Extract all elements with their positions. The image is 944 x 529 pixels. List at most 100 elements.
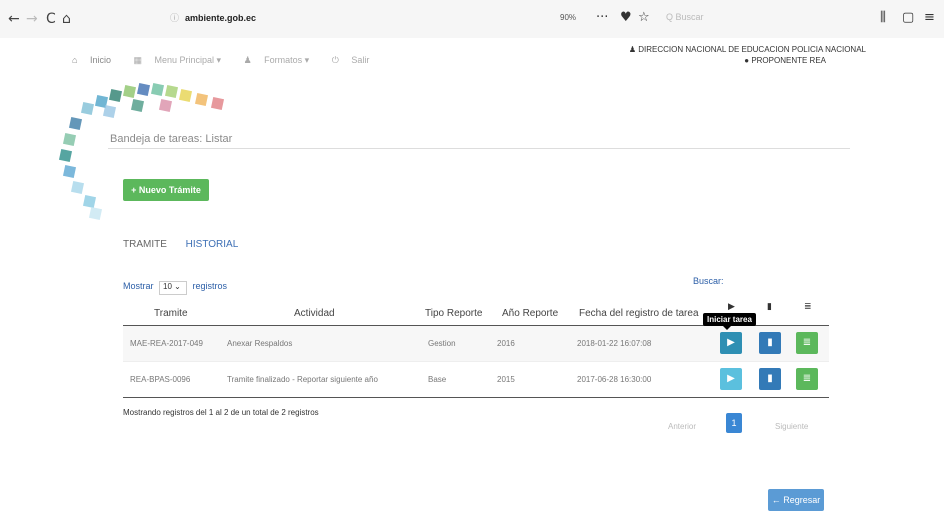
- logo-tile: [70, 180, 85, 195]
- page-size-control: Mostrar 10 ⌄ registros: [123, 281, 227, 295]
- url-bar[interactable]: ⓘ ambiente.gob.ec: [170, 11, 540, 29]
- logo-tile: [68, 116, 83, 131]
- column-header-anio[interactable]: Año Reporte: [502, 308, 558, 319]
- reload-icon[interactable]: C: [46, 11, 56, 27]
- sidebar-icon[interactable]: ▢: [902, 10, 914, 25]
- cell-tipo: Gestion: [428, 339, 456, 348]
- url-domain: ambiente.gob.ec: [185, 13, 257, 23]
- more-icon[interactable]: ···: [596, 10, 608, 25]
- cell-actividad: Anexar Respaldos: [227, 339, 293, 348]
- table-row: REA-BPAS-0096 Tramite finalizado - Repor…: [123, 362, 829, 398]
- page-title: Bandeja de tareas: Listar: [110, 133, 233, 145]
- cell-fecha: 2018-01-22 16:07:08: [577, 339, 652, 348]
- document-icon: ▮: [767, 302, 772, 312]
- table-info: Mostrando registros del 1 al 2 de un tot…: [123, 408, 319, 417]
- logo-tile: [82, 194, 97, 209]
- tab-bar: TRAMITE HISTORIAL: [123, 239, 254, 250]
- logo-tile: [150, 82, 165, 97]
- play-icon: ▶: [727, 373, 735, 384]
- user-role: PROPONENTE REA: [751, 56, 826, 65]
- play-icon: ▶: [728, 302, 735, 312]
- browser-search[interactable]: Q Buscar: [666, 12, 704, 22]
- logo-tile: [210, 96, 225, 111]
- list-icon: ≣: [802, 373, 812, 384]
- cell-actividad: Tramite finalizado - Reportar siguiente …: [227, 375, 378, 384]
- power-icon: ⏻: [331, 55, 339, 65]
- logo-tile: [136, 82, 151, 97]
- star-icon[interactable]: ☆: [638, 10, 650, 25]
- logo-tile: [58, 148, 73, 163]
- document-button[interactable]: ▮: [759, 368, 781, 390]
- show-prefix: Mostrar: [123, 281, 154, 291]
- pocket-icon[interactable]: ♥: [620, 10, 632, 25]
- list-button[interactable]: ≣: [796, 332, 818, 354]
- play-icon: ▶: [727, 337, 735, 348]
- browser-toolbar: ← → C ⌂ ⓘ ambiente.gob.ec 90% ··· ♥ ☆ Q B…: [0, 0, 944, 38]
- tab-historial[interactable]: HISTORIAL: [186, 239, 239, 250]
- nav-forms[interactable]: ♟ Formatos ▾: [244, 55, 320, 65]
- tooltip: Iniciar tarea: [703, 313, 756, 330]
- logo-tile: [122, 84, 137, 99]
- document-icon: ▮: [767, 337, 773, 348]
- nav-menu-label: Menu Principal ▾: [154, 55, 222, 65]
- pager-page-1[interactable]: 1: [726, 413, 742, 433]
- logo-tile: [194, 92, 209, 107]
- cell-tramite: REA-BPAS-0096: [130, 375, 191, 384]
- page-size-value: 10: [163, 282, 172, 291]
- back-button[interactable]: ← Regresar: [768, 489, 824, 511]
- logo-tile: [178, 88, 193, 103]
- logo-tile: [130, 98, 145, 113]
- user-icon: ♟: [243, 55, 252, 65]
- pager-next[interactable]: Siguiente: [775, 422, 808, 431]
- tab-tramite[interactable]: TRAMITE: [123, 239, 167, 250]
- house-icon: ⌂: [72, 55, 78, 65]
- chevron-down-icon: ⌄: [174, 282, 181, 291]
- nav-exit[interactable]: ⏻ Salir: [332, 55, 380, 65]
- app-nav: ⌂ Inicio ▦ Menu Principal ▾ ♟ Formatos ▾…: [72, 55, 389, 66]
- divider: [108, 148, 850, 149]
- list-icon: ▦: [133, 55, 142, 65]
- table-footer-rule: [123, 397, 829, 398]
- logo-tile: [158, 98, 173, 113]
- list-icon: ≣: [802, 337, 812, 348]
- zoom-level[interactable]: 90%: [560, 13, 576, 22]
- menu-icon[interactable]: ≡: [924, 10, 935, 25]
- user-info: ♟ DIRECCION NACIONAL DE EDUCACION POLICI…: [629, 44, 866, 66]
- home-icon[interactable]: ⌂: [62, 11, 71, 27]
- column-header-tramite[interactable]: Tramite: [154, 308, 188, 319]
- start-task-button[interactable]: ▶: [720, 368, 742, 390]
- nav-forms-label: Formatos ▾: [264, 55, 310, 65]
- nav-home-label: Inicio: [89, 55, 111, 65]
- cell-anio: 2016: [497, 339, 515, 348]
- new-tramite-button[interactable]: + Nuevo Trámite: [123, 179, 209, 201]
- library-icon[interactable]: ⫼: [880, 10, 886, 25]
- logo-tile: [108, 88, 123, 103]
- nav-home[interactable]: ⌂ Inicio: [72, 55, 121, 65]
- list-button[interactable]: ≣: [796, 368, 818, 390]
- column-header-tipo[interactable]: Tipo Reporte: [425, 308, 482, 319]
- document-icon: ▮: [767, 373, 773, 384]
- logo-tile: [164, 84, 179, 99]
- organization-name: DIRECCION NACIONAL DE EDUCACION POLICIA …: [638, 45, 866, 54]
- start-task-button[interactable]: ▶: [720, 332, 742, 354]
- nav-menu[interactable]: ▦ Menu Principal ▾: [133, 55, 231, 65]
- logo-tile: [62, 132, 77, 147]
- table-row: MAE-REA-2017-049 Anexar Respaldos Gestio…: [123, 326, 829, 362]
- page-size-select[interactable]: 10 ⌄: [159, 281, 188, 295]
- show-suffix: registros: [192, 281, 228, 291]
- cell-anio: 2015: [497, 375, 515, 384]
- column-header-actividad[interactable]: Actividad: [294, 308, 335, 319]
- logo-tile: [80, 101, 95, 116]
- cell-tramite: MAE-REA-2017-049: [130, 339, 203, 348]
- info-icon[interactable]: ⓘ: [170, 13, 179, 23]
- cell-fecha: 2017-06-28 16:30:00: [577, 375, 652, 384]
- pager-previous[interactable]: Anterior: [668, 422, 696, 431]
- logo-tile: [62, 164, 77, 179]
- nav-exit-label: Salir: [351, 55, 370, 65]
- document-button[interactable]: ▮: [759, 332, 781, 354]
- column-header-fecha[interactable]: Fecha del registro de tarea: [579, 308, 699, 319]
- cell-tipo: Base: [428, 375, 447, 384]
- table-search-label[interactable]: Buscar:: [693, 276, 724, 286]
- forward-arrow-icon[interactable]: →: [26, 11, 38, 27]
- back-arrow-icon[interactable]: ←: [8, 11, 20, 27]
